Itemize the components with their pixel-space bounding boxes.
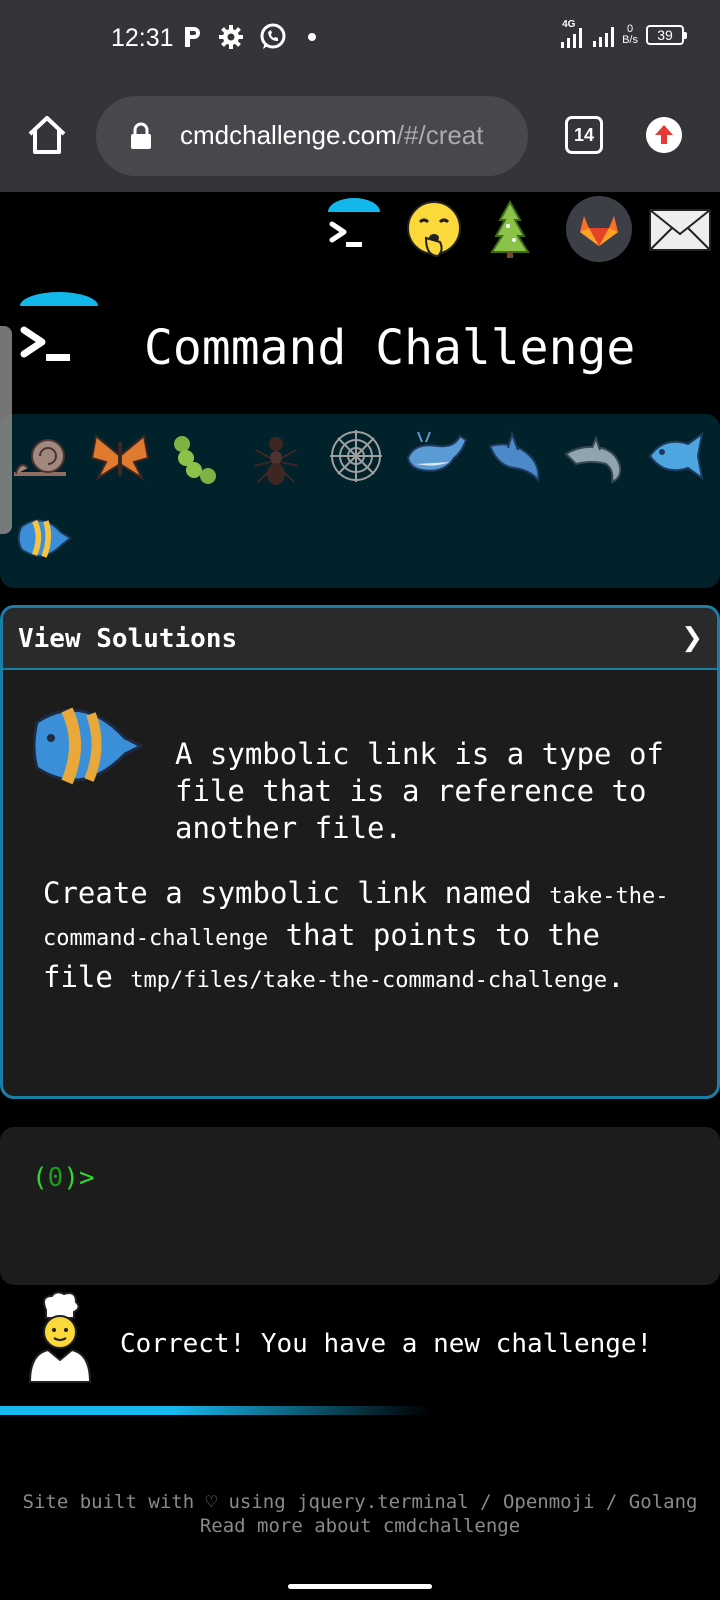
lock-icon <box>131 122 151 149</box>
result-message: Correct! You have a new challenge! <box>120 1329 653 1359</box>
page-header: Command Challenge <box>0 290 720 390</box>
terminal-icon[interactable] <box>324 198 384 258</box>
parking-icon <box>185 27 200 47</box>
footer-credits: Site built with ♡ using jquery.terminal … <box>22 1491 698 1513</box>
tropical-fish-icon[interactable] <box>14 508 74 568</box>
whale-icon[interactable] <box>404 422 468 486</box>
snail-icon[interactable] <box>10 424 74 488</box>
browser-toolbar: cmdchallenge.com/#/creat 14 <box>0 80 720 192</box>
status-bar: 12:31 4G 0 B/s 39 <box>0 0 720 80</box>
terminal-prompt: (0)> <box>32 1163 95 1193</box>
ant-icon[interactable] <box>244 426 308 490</box>
signal-icon <box>593 23 615 47</box>
status-time: 12:31 <box>111 24 174 52</box>
chevron-right-icon: ❯ <box>681 623 703 653</box>
net-speed: 0 B/s <box>622 23 638 46</box>
view-solutions-toggle[interactable]: View Solutions ❯ <box>3 608 717 670</box>
challenge-card: View Solutions ❯ A symbolic link is a ty… <box>0 605 720 1099</box>
tropical-fish-icon <box>33 707 143 785</box>
top-nav-icons <box>0 192 720 272</box>
level-strip <box>0 414 720 588</box>
gear-icon <box>219 25 243 49</box>
shark-icon[interactable] <box>484 426 548 490</box>
read-more-link[interactable]: Read more about cmdchallenge <box>200 1515 520 1537</box>
tree-icon[interactable] <box>480 198 540 258</box>
terminal-input[interactable]: (0)> <box>0 1127 720 1285</box>
battery-icon: 39 <box>646 25 687 45</box>
home-icon[interactable] <box>26 114 68 156</box>
side-drag-handle[interactable] <box>0 326 12 534</box>
chef-icon <box>28 1291 92 1383</box>
gitlab-icon[interactable] <box>566 196 632 262</box>
challenge-intro: A symbolic link is a type of file that i… <box>175 737 664 845</box>
url-text[interactable]: cmdchallenge.com/#/creat <box>180 120 484 151</box>
butterfly-icon[interactable] <box>88 424 152 488</box>
caterpillar-icon[interactable] <box>166 428 230 492</box>
whatsapp-icon <box>260 23 286 49</box>
address-bar[interactable]: cmdchallenge.com/#/creat <box>96 96 528 176</box>
target-file-code: tmp/files/take-the-command-challenge <box>130 968 608 993</box>
page-title: Command Challenge <box>144 320 636 376</box>
terminal-logo-icon[interactable] <box>18 292 100 378</box>
view-solutions-label: View Solutions <box>18 624 238 654</box>
spider-web-icon[interactable] <box>324 424 388 488</box>
home-indicator[interactable] <box>288 1584 432 1589</box>
return-code: 0 <box>47 1163 64 1193</box>
shushing-face-icon[interactable] <box>404 198 464 258</box>
footer: Site built with ♡ using jquery.terminal … <box>20 1490 700 1538</box>
progress-bar <box>0 1406 430 1415</box>
fish-icon[interactable] <box>644 424 708 488</box>
challenge-task: Create a symbolic link named take-the-co… <box>43 876 669 994</box>
dolphin-icon[interactable] <box>562 426 626 490</box>
tab-count-button[interactable]: 14 <box>565 116 603 154</box>
mail-icon[interactable] <box>648 208 712 252</box>
update-icon[interactable] <box>646 117 682 153</box>
signal-4g-icon: 4G <box>561 19 585 48</box>
notification-dot-icon <box>308 33 316 41</box>
